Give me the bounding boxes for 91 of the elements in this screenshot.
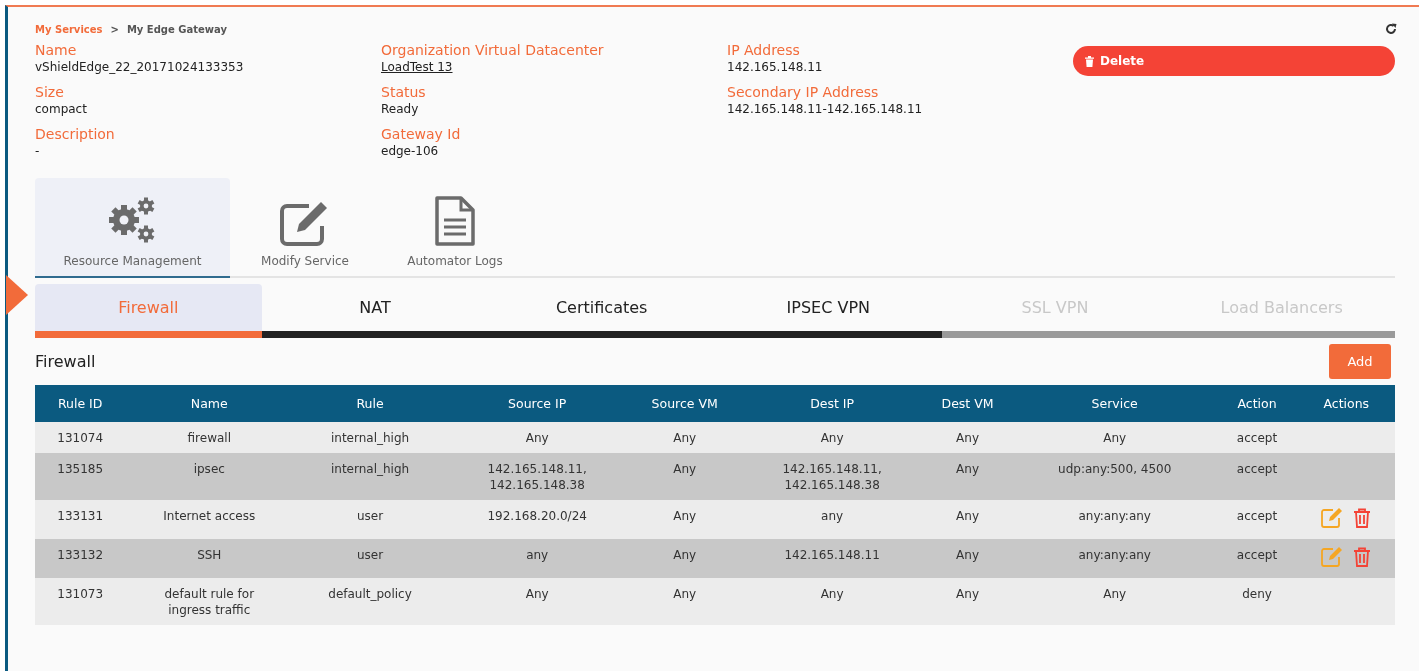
table-cell: user [356, 509, 384, 523]
field-value: compact [35, 101, 88, 118]
table-cell: default_policy [328, 587, 412, 601]
field-label: Status [381, 83, 427, 101]
field-label: Name [35, 41, 78, 59]
table-cell: Any [673, 548, 697, 562]
tab[interactable]: NAT [261, 284, 489, 338]
table-cell: ipsec [193, 462, 225, 476]
field-value: 142.165.148.11 [727, 59, 824, 76]
table-cell: 192.168.20.0/24 [487, 509, 587, 523]
field-value: 142.165.148.11-142.165.148.11 [727, 101, 924, 118]
table-cell: 142.165.148.11 [784, 548, 880, 562]
table-cell: accept [1236, 548, 1278, 562]
table-cell: Any [1103, 431, 1127, 445]
table-cell: deny [1242, 587, 1272, 601]
table-cell: accept [1236, 431, 1278, 445]
table-cell: internal_high [330, 462, 410, 476]
table-cell: Any [673, 509, 697, 523]
table-cell: 135185 [57, 462, 104, 476]
column-header: Source VM [627, 385, 743, 422]
service-tab[interactable]: Modify Service [230, 178, 380, 278]
breadcrumb-text: > [110, 23, 119, 35]
column-header: Dest IP [742, 385, 923, 422]
field-value: vShieldEdge_22_20171024133353 [35, 59, 245, 76]
section-title: Firewall [35, 352, 96, 371]
table-cell: Any [956, 509, 979, 523]
field-value: edge-106 [381, 143, 440, 160]
table-cell: any:any:any [1078, 548, 1151, 562]
table-cell: Any [673, 587, 697, 601]
delete-icon[interactable] [1353, 508, 1372, 528]
table-cell: internal_high [330, 431, 410, 445]
table-cell: 131073 [57, 587, 104, 601]
field-label: IP Address [727, 41, 801, 59]
delete-button[interactable]: Delete [1073, 46, 1395, 76]
table-cell: any [821, 509, 844, 523]
table-cell: udp:any:500, 4500 [1058, 462, 1172, 476]
field-label: Size [35, 83, 65, 101]
field-label: Description [35, 125, 116, 143]
table-cell: Any [956, 548, 979, 562]
column-header: Service [1012, 385, 1217, 422]
field-value: - [35, 143, 41, 160]
table-cell: Any [525, 587, 549, 601]
table-cell: Any [1103, 587, 1127, 601]
table-cell: accept [1236, 509, 1278, 523]
refresh-icon[interactable] [1385, 23, 1397, 35]
table-cell: SSH [197, 548, 222, 562]
table-cell: user [356, 548, 384, 562]
breadcrumb-text: My Edge Gateway [126, 23, 227, 35]
table-cell: Any [673, 462, 697, 476]
table-cell: default rule for ingress traffic [164, 587, 255, 617]
table-cell: Internet access [163, 509, 256, 523]
service-tab[interactable]: Automator Logs [380, 178, 530, 278]
table-cell: 133132 [57, 548, 104, 562]
field-value: Ready [381, 101, 420, 118]
table-cell: Any [956, 587, 979, 601]
tab[interactable]: IPSEC VPN [715, 284, 942, 338]
service-tab[interactable]: Resource Management [35, 178, 230, 278]
field-label: Secondary IP Address [727, 83, 880, 101]
delete-icon[interactable] [1353, 547, 1372, 567]
column-header: Dest VM [922, 385, 1013, 422]
table-cell: 142.165.148.11, 142.165.148.38 [487, 462, 587, 492]
trash-icon [1085, 55, 1094, 67]
table-cell: Any [956, 431, 979, 445]
column-header: Rule ID [35, 385, 126, 422]
column-header: Rule [293, 385, 447, 422]
table-cell: Any [820, 587, 844, 601]
edit-icon[interactable] [1321, 547, 1344, 567]
table-cell: firewall [187, 431, 231, 445]
edit-icon[interactable] [1321, 508, 1344, 528]
column-header: Action [1216, 385, 1298, 422]
table-cell: 142.165.148.11, 142.165.148.38 [782, 462, 882, 492]
table-cell: any:any:any [1078, 509, 1151, 523]
tab[interactable]: Certificates [488, 284, 715, 338]
field-label: Gateway Id [381, 125, 462, 143]
table-cell: Any [820, 431, 844, 445]
column-header: Name [125, 385, 294, 422]
add-button[interactable]: Add [1329, 344, 1391, 379]
table-cell: Any [956, 462, 979, 476]
table-cell: Any [673, 431, 697, 445]
table-cell: Any [525, 431, 549, 445]
table-cell: 133131 [57, 509, 104, 523]
pointer-marker [6, 275, 28, 315]
column-header: Actions [1297, 385, 1395, 422]
column-header: Source IP [446, 385, 628, 422]
table-cell: any [526, 548, 549, 562]
table-cell: accept [1236, 462, 1278, 476]
field-link[interactable]: LoadTest 13 [381, 59, 727, 76]
table-cell: 131074 [57, 431, 104, 445]
field-label: Organization Virtual Datacenter [381, 41, 605, 59]
breadcrumb-link[interactable]: My Services [35, 23, 103, 35]
document-icon [433, 196, 477, 246]
